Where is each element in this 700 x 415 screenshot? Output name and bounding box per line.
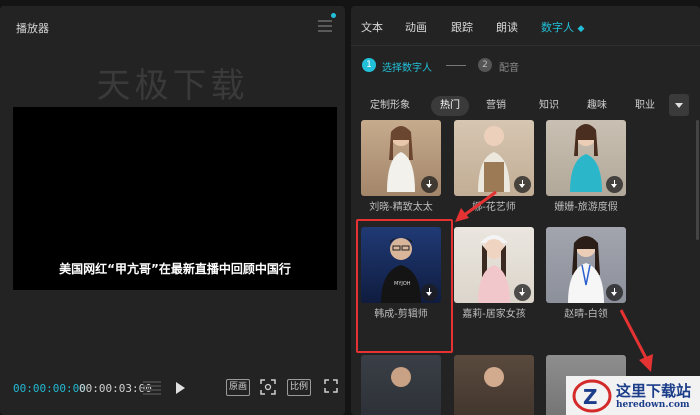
logo-icon: Z bbox=[572, 379, 612, 413]
focus-icon[interactable] bbox=[260, 379, 276, 395]
logo-title: 这里下载站 bbox=[616, 382, 692, 400]
player-title: 播放器 bbox=[16, 22, 49, 35]
tab-text[interactable]: 文本 bbox=[361, 19, 383, 35]
category-fun[interactable]: 趣味 bbox=[580, 96, 614, 116]
step-divider bbox=[446, 65, 466, 66]
total-time: 00:00:03:00 bbox=[79, 382, 152, 395]
category-hot[interactable]: 热门 bbox=[431, 96, 469, 116]
diamond-icon: ◆ bbox=[577, 24, 585, 34]
tab-read-aloud[interactable]: 朗读 bbox=[496, 19, 518, 35]
play-icon[interactable] bbox=[176, 382, 185, 394]
tab-bar: 文本 动画 跟踪 朗读 数字人 ◆ bbox=[351, 6, 700, 46]
watermark: 天极下载 bbox=[96, 66, 249, 106]
step-1-label[interactable]: 选择数字人 bbox=[382, 59, 432, 74]
fullscreen-icon[interactable] bbox=[324, 379, 338, 393]
annotation-arrows bbox=[455, 190, 653, 372]
properties-panel: 文本 动画 跟踪 朗读 数字人 ◆ 1 选择数字人 2 配音 定制形象 热门 营… bbox=[351, 6, 700, 415]
player-panel: 播放器 天极下载 美国网红“甲亢哥”在最新直播中回顾中国行 00:00:00:0… bbox=[0, 6, 345, 415]
player-controls: 00:00:00:00 00:00:03:00 原画 比例 bbox=[0, 376, 345, 406]
avatar-grid: 刘晓-精致太太 娜-花艺师 姗姗-旅游度假 MYJOH 韩成-剪辑师 嘉莉-居家… bbox=[351, 120, 700, 415]
step-2-number: 2 bbox=[478, 58, 492, 72]
logo-url: heredown.com bbox=[616, 400, 690, 410]
chevron-down-icon[interactable] bbox=[669, 94, 689, 116]
tab-digital-human[interactable]: 数字人 ◆ bbox=[541, 19, 584, 35]
original-quality-button[interactable]: 原画 bbox=[226, 379, 250, 396]
menu-icon[interactable] bbox=[318, 20, 332, 32]
timeline-icon[interactable] bbox=[143, 381, 161, 395]
tab-tracking[interactable]: 跟踪 bbox=[451, 19, 473, 35]
video-subtitle: 美国网红“甲亢哥”在最新直播中回顾中国行 bbox=[59, 262, 291, 276]
tab-digital-human-label: 数字人 bbox=[541, 21, 574, 34]
category-knowledge[interactable]: 知识 bbox=[532, 96, 566, 116]
category-career[interactable]: 职业 bbox=[627, 96, 663, 116]
category-custom[interactable]: 定制形象 bbox=[365, 96, 415, 116]
video-preview[interactable]: 美国网红“甲亢哥”在最新直播中回顾中国行 bbox=[13, 107, 337, 290]
step-1-number: 1 bbox=[362, 58, 376, 72]
svg-text:Z: Z bbox=[583, 385, 598, 409]
step-2-label[interactable]: 配音 bbox=[499, 59, 519, 74]
category-marketing[interactable]: 营销 bbox=[479, 96, 513, 116]
category-bar: 定制形象 热门 营销 知识 趣味 职业 bbox=[351, 92, 700, 118]
tab-animation[interactable]: 动画 bbox=[405, 19, 427, 35]
site-logo: Z 这里下载站 heredown.com bbox=[566, 376, 700, 415]
current-time: 00:00:00:00 bbox=[13, 382, 86, 395]
aspect-ratio-button[interactable]: 比例 bbox=[287, 379, 311, 396]
step-indicator: 1 选择数字人 2 配音 bbox=[351, 54, 700, 78]
notification-dot bbox=[331, 13, 336, 18]
